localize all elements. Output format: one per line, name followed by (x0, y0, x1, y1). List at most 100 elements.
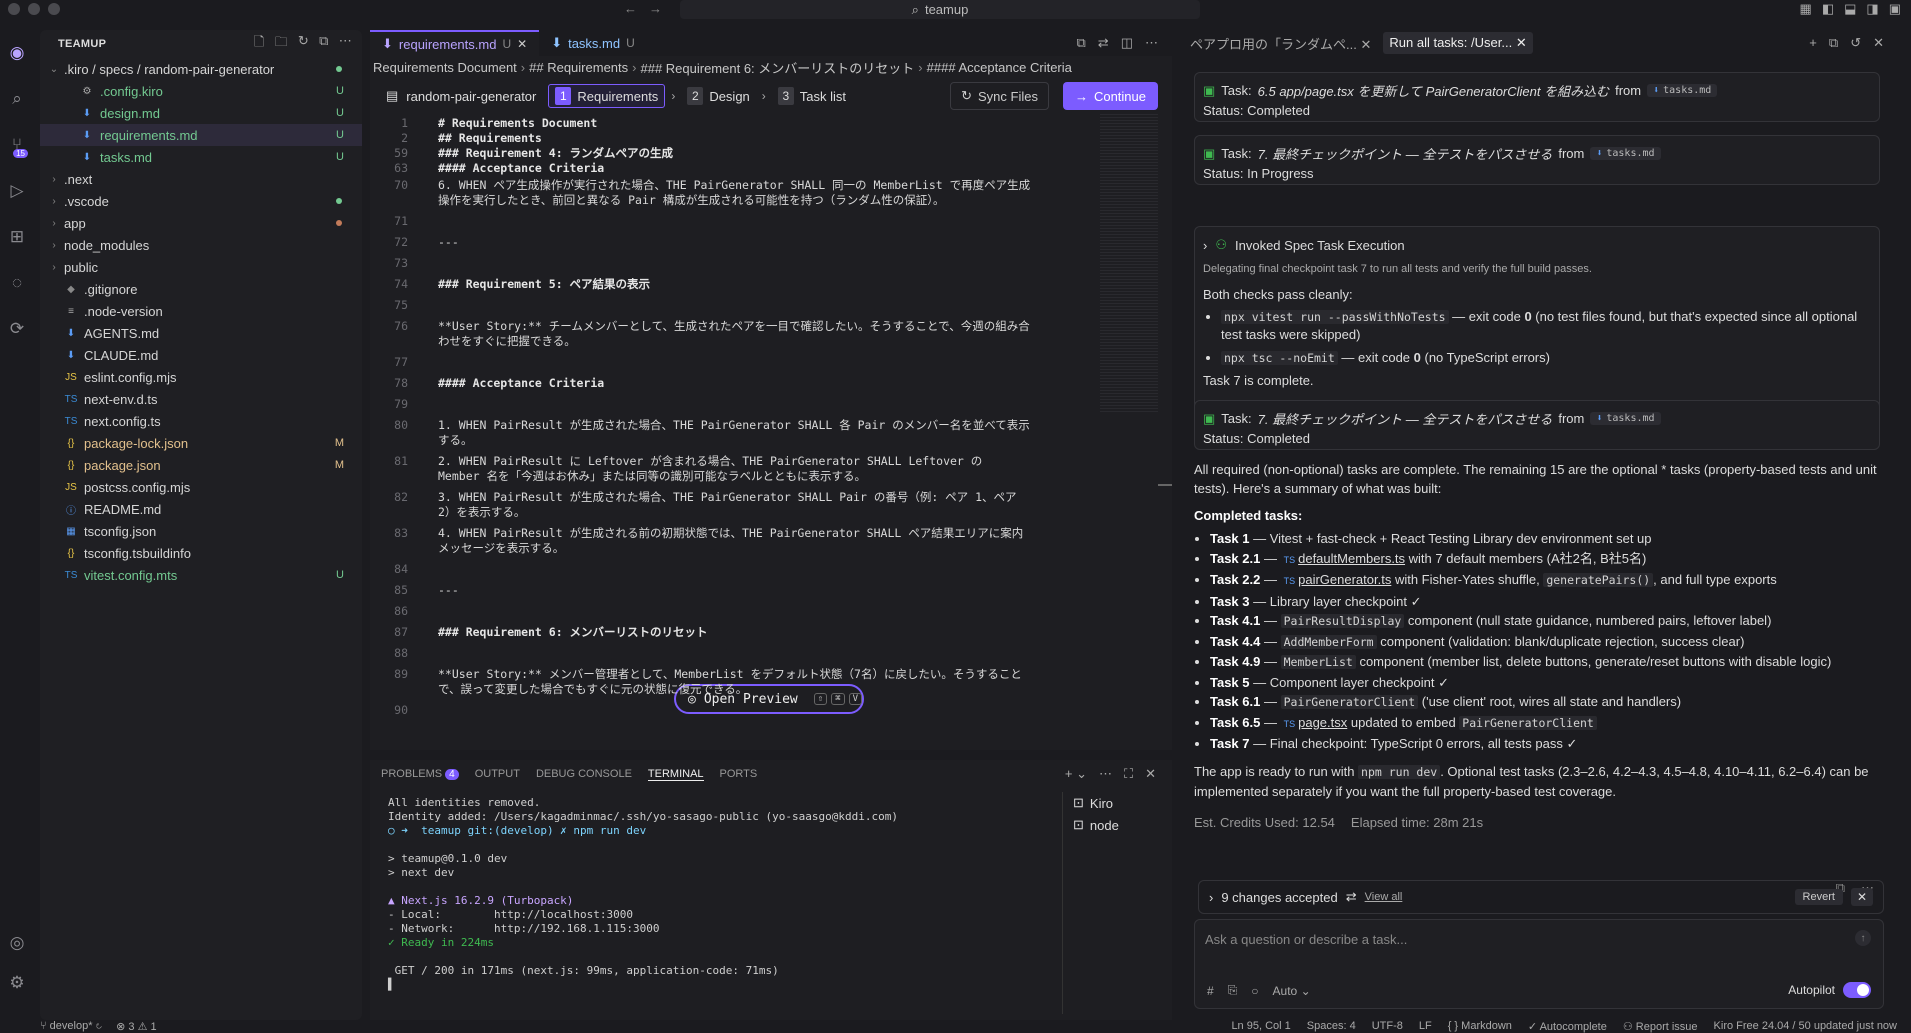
tab-requirements-md[interactable]: ⬇ requirements.md U ✕ (370, 30, 540, 56)
step-requirements[interactable]: 1 Requirements (548, 84, 666, 108)
revert-button[interactable]: Revert (1794, 889, 1843, 905)
close-window-button[interactable] (8, 3, 20, 15)
hash-context-icon[interactable]: # (1207, 984, 1214, 998)
settings-gear-icon[interactable]: ⚙ (0, 960, 34, 1006)
file-tree-item[interactable]: ⬇ CLAUDE.md (40, 344, 362, 366)
tab-terminal[interactable]: TERMINAL (647, 768, 704, 781)
more-icon[interactable]: ⋯ (1099, 766, 1112, 782)
compare-icon[interactable]: ⇄ (1098, 35, 1109, 51)
new-file-icon[interactable]: 🗋 (254, 33, 265, 55)
file-tree-item[interactable]: {} package-lock.json M (40, 432, 362, 454)
file-link[interactable]: page.tsx (1298, 715, 1347, 730)
plan-usage[interactable]: Kiro Free 24.04 / 50 updated just now (1714, 1020, 1897, 1033)
terminal-output[interactable]: All identities removed. Identity added: /… (388, 796, 1028, 992)
tab-tasks-md[interactable]: ⬇ tasks.md U (539, 30, 647, 56)
close-icon[interactable]: ✕ (1516, 35, 1527, 50)
tab-debug-console[interactable]: DEBUG CONSOLE (536, 768, 632, 780)
file-tree-item[interactable]: › node_modules (40, 234, 362, 256)
file-link[interactable]: pairGenerator.ts (1298, 572, 1391, 587)
problems-indicator[interactable]: ⊗ 3 ⚠ 1 (116, 1020, 156, 1033)
open-changes-icon[interactable]: ⧉ (1077, 35, 1086, 51)
file-tree-item[interactable]: {} package.json M (40, 454, 362, 476)
chevron-right-icon[interactable]: › (1209, 890, 1213, 905)
file-tree-item[interactable]: ⬇ design.md U (40, 102, 362, 124)
tab-ports[interactable]: PORTS (720, 768, 758, 780)
file-tree-item[interactable]: ▦ tsconfig.json (40, 520, 362, 542)
file-tree-item[interactable]: › .vscode (40, 190, 362, 212)
autopilot-toggle[interactable] (1843, 982, 1871, 998)
more-actions-icon[interactable]: ⋯ (1145, 35, 1158, 51)
history-icon[interactable]: ⧉ (1829, 35, 1838, 51)
close-panel-icon[interactable]: ✕ (1145, 766, 1156, 782)
tab-problems[interactable]: PROBLEMS 4 (381, 768, 459, 780)
file-tree-item[interactable]: JS eslint.config.mjs (40, 366, 362, 388)
chat-bubble-icon[interactable]: ▣ (1889, 1, 1901, 17)
more-icon[interactable]: ⋯ (339, 33, 352, 55)
file-tree-item[interactable]: ◆ .gitignore (40, 278, 362, 300)
file-tree-item[interactable]: TS next.config.ts (40, 410, 362, 432)
report-issue[interactable]: ⚇ Report issue (1623, 1020, 1698, 1033)
new-terminal-icon[interactable]: + ⌄ (1065, 766, 1087, 782)
chat-input-placeholder[interactable]: Ask a question or describe a task... (1205, 932, 1407, 947)
file-tree-item[interactable]: TS next-env.d.ts (40, 388, 362, 410)
breadcrumb-item[interactable]: Requirements Document (373, 60, 517, 75)
terminal-item-node[interactable]: ⊡ node (1073, 814, 1172, 836)
sync-files-button[interactable]: ↻ Sync Files (950, 82, 1049, 110)
file-tree-item[interactable]: ⚙ .config.kiro U (40, 80, 362, 102)
language-mode[interactable]: { } Markdown (1448, 1020, 1512, 1033)
new-chat-icon[interactable]: + (1809, 35, 1817, 51)
file-chip[interactable]: ⬇ tasks.md (1590, 412, 1661, 425)
dismiss-icon[interactable]: ✕ (1850, 888, 1873, 906)
layout-icon[interactable]: ▦ (1800, 1, 1812, 17)
back-arrow-icon[interactable]: ← (624, 1, 637, 16)
window-controls[interactable] (8, 3, 60, 15)
file-tree-item[interactable]: ⬇ AGENTS.md (40, 322, 362, 344)
chat-tab-active[interactable]: Run all tasks: /User... ✕ (1383, 32, 1533, 54)
view-all-link[interactable]: View all (1365, 891, 1403, 903)
toggle-sidebar-icon[interactable]: ◧ (1822, 1, 1834, 17)
scrollbar[interactable] (1158, 484, 1172, 486)
remote-icon[interactable]: ⟳ (0, 306, 34, 352)
step-design[interactable]: 2 Design (681, 84, 755, 108)
close-icon[interactable]: ✕ (1360, 37, 1371, 52)
file-tree-item[interactable]: › public (40, 256, 362, 278)
toggle-chat-icon[interactable]: ◨ (1866, 1, 1878, 17)
source-control-icon[interactable]: ⑂ 15 (0, 122, 34, 168)
terminal-item-kiro[interactable]: ⊡ Kiro (1073, 792, 1172, 814)
breadcrumb-item[interactable]: ### Requirement 6: メンバーリストのリセット (640, 58, 914, 77)
attach-icon[interactable]: ⎘ (1228, 983, 1238, 998)
maximize-panel-icon[interactable]: ⛶ (1124, 766, 1133, 782)
new-folder-icon[interactable]: 🗀 (275, 33, 288, 55)
minimize-window-button[interactable] (28, 3, 40, 15)
close-tab-icon[interactable]: ✕ (517, 37, 527, 51)
search-icon[interactable]: ⌕ (0, 76, 34, 122)
file-tree-item[interactable]: ≡ .node-version (40, 300, 362, 322)
extensions-icon[interactable]: ⊞ (0, 214, 34, 260)
run-debug-icon[interactable]: ▷ (0, 168, 34, 214)
chevron-right-icon[interactable]: › (1203, 238, 1207, 253)
collapse-icon[interactable]: ⧉ (319, 33, 329, 55)
tab-output[interactable]: OUTPUT (475, 768, 520, 780)
kiro-icon[interactable]: ◉ (0, 30, 34, 76)
send-icon[interactable]: ↑ (1855, 930, 1871, 946)
breadcrumb-item[interactable]: ## Requirements (529, 60, 628, 75)
file-link[interactable]: defaultMembers.ts (1298, 551, 1405, 566)
cursor-position[interactable]: Ln 95, Col 1 (1231, 1020, 1290, 1033)
file-chip[interactable]: ⬇ tasks.md (1590, 147, 1661, 160)
command-center[interactable]: ⌕ teamup (680, 0, 1200, 19)
close-icon[interactable]: ✕ (1873, 35, 1884, 51)
end-of-line[interactable]: LF (1419, 1020, 1432, 1033)
split-editor-icon[interactable]: ◫ (1121, 35, 1133, 51)
zoom-window-button[interactable] (48, 3, 60, 15)
file-tree-item[interactable]: ⬇ tasks.md U (40, 146, 362, 168)
continue-button[interactable]: → Continue (1062, 82, 1158, 110)
code-editor[interactable]: ◎ Open Preview ⇧ ⌘ V 1 # Requirements Docum… (370, 114, 1172, 724)
breadcrumb-item[interactable]: #### Acceptance Criteria (927, 60, 1072, 75)
file-tree-item[interactable]: {} tsconfig.tsbuildinfo (40, 542, 362, 564)
chat-input-box[interactable]: Ask a question or describe a task... ↑ #… (1194, 919, 1884, 1009)
file-tree-item[interactable]: JS postcss.config.mjs (40, 476, 362, 498)
minimap[interactable] (1100, 114, 1158, 414)
autocomplete-status[interactable]: ✓ Autocomplete (1528, 1020, 1607, 1033)
step-task-list[interactable]: 3 Task list (772, 84, 852, 108)
file-tree-item[interactable]: › app (40, 212, 362, 234)
